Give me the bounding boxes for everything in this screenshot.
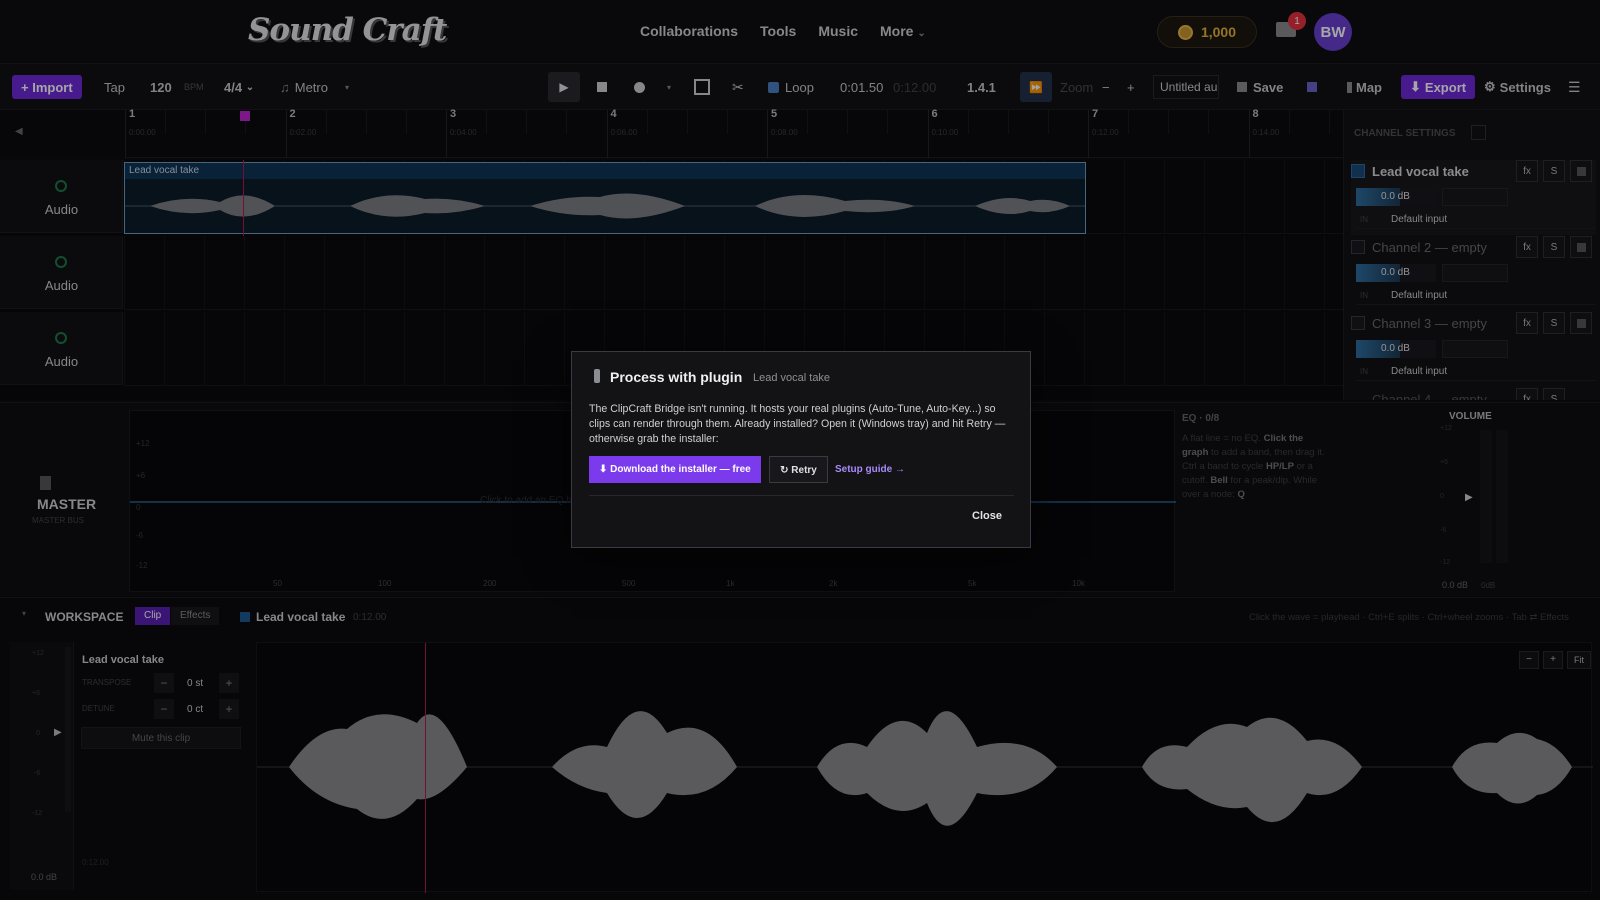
close-button[interactable]: Close <box>972 510 1002 522</box>
plugin-dialog: Process with plugin Lead vocal take The … <box>571 351 1031 548</box>
dialog-title: Process with plugin <box>610 369 743 385</box>
dialog-divider <box>589 495 1014 496</box>
dialog-subtitle: Lead vocal take <box>753 372 831 384</box>
plug-icon <box>594 369 600 383</box>
retry-button[interactable]: ↻ Retry <box>769 456 828 483</box>
download-installer-button[interactable]: ⬇ Download the installer — free <box>589 456 761 483</box>
dialog-body: The ClipCraft Bridge isn't running. It h… <box>589 403 1006 445</box>
setup-guide-link[interactable]: Setup guide → <box>835 464 905 475</box>
